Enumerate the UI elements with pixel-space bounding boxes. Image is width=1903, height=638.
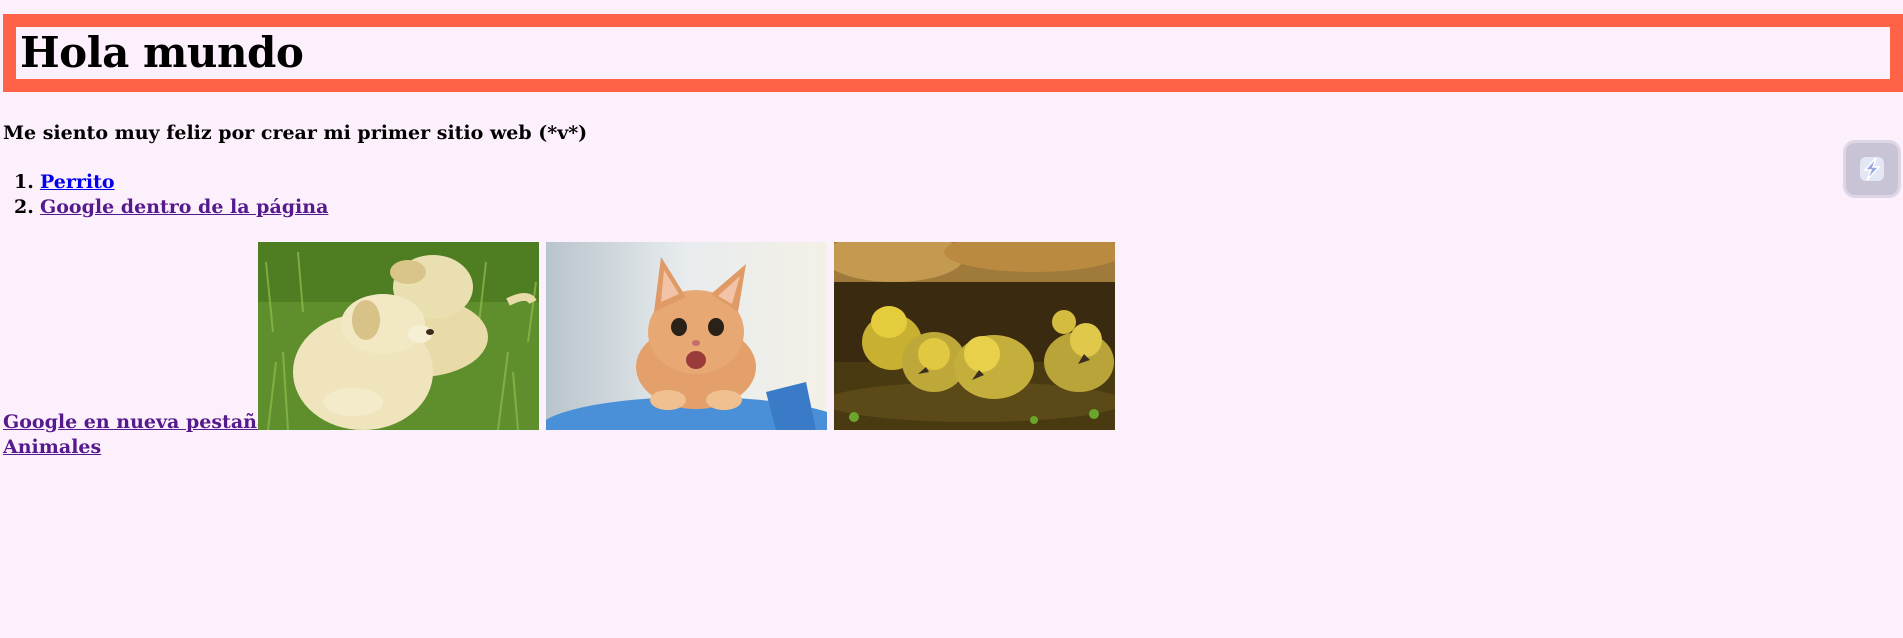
bottom-links: Google en nueva pestaña Animales (3, 410, 269, 460)
links-list: 1. Perrito 2. Google dentro de la página (14, 170, 328, 220)
kitten-photo (546, 242, 827, 430)
intro-paragraph: Me siento muy feliz por crear mi primer … (3, 122, 588, 144)
list-item: 1. Perrito (14, 170, 328, 195)
google-in-page-link[interactable]: Google dentro de la página (40, 196, 328, 218)
ducklings-photo (834, 242, 1115, 430)
list-item: 2. Google dentro de la página (14, 195, 328, 220)
list-number: 1. (14, 171, 34, 193)
google-new-tab-link[interactable]: Google en nueva pestaña (3, 410, 269, 435)
animals-link[interactable]: Animales (3, 435, 269, 460)
list-number: 2. (14, 196, 34, 218)
lightning-bolt-icon (1860, 157, 1884, 181)
page: Hola mundo Me siento muy feliz por crear… (0, 0, 1903, 638)
page-title: Hola mundo (20, 28, 304, 77)
perrito-link[interactable]: Perrito (40, 171, 115, 193)
extension-button[interactable] (1843, 140, 1901, 198)
puppies-photo (258, 242, 539, 430)
title-box: Hola mundo (3, 14, 1903, 92)
